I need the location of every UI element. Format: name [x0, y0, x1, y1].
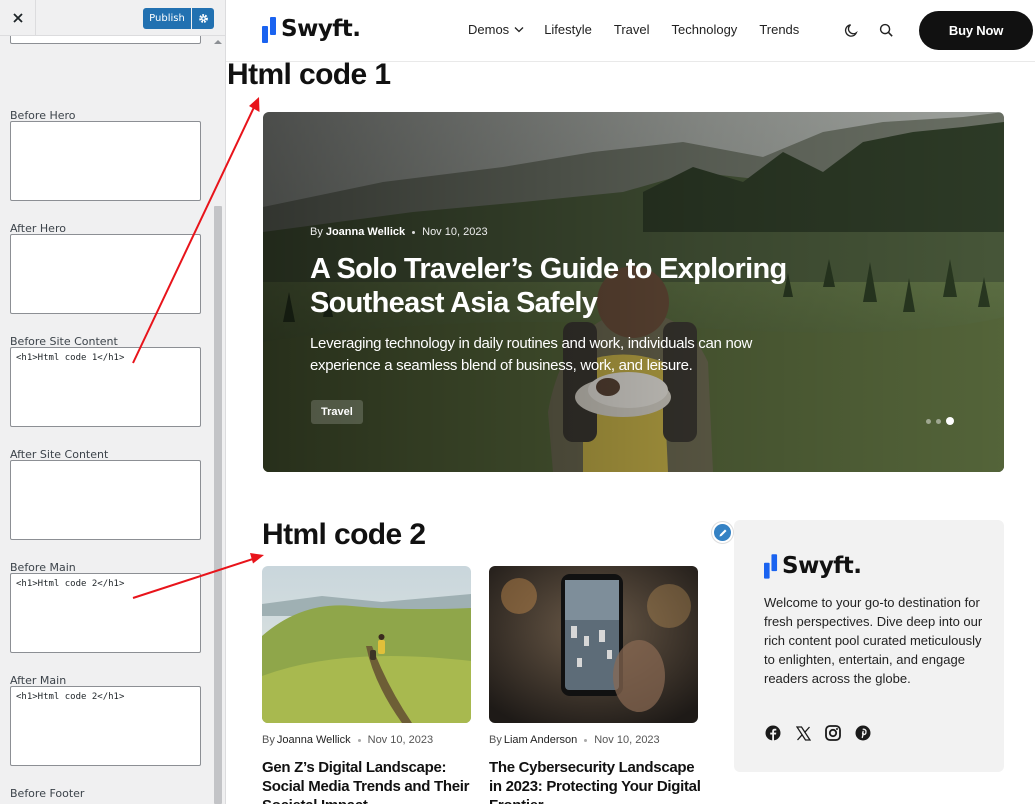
nav-item-trends[interactable]: Trends	[759, 22, 799, 37]
after-site-content-textarea[interactable]	[10, 460, 201, 540]
buy-now-button[interactable]: Buy Now	[919, 11, 1033, 50]
site-logo-text: Swyft.	[281, 16, 361, 42]
before-hero-textarea[interactable]	[10, 121, 201, 201]
before-site-content-textarea[interactable]: <h1>Html code 1</h1>	[10, 347, 201, 427]
nav-label: Demos	[468, 22, 510, 37]
post-thumbnail[interactable]	[489, 566, 698, 723]
injected-heading-html-code-1: Html code 1	[227, 58, 391, 91]
widget-logo[interactable]: Swyft.	[764, 552, 862, 579]
post-meta: By Liam Anderson Nov 10, 2023	[489, 734, 699, 746]
nav-item-technology[interactable]: Technology	[672, 22, 738, 37]
chevron-down-icon	[514, 27, 524, 33]
before-main-textarea[interactable]: <h1>Html code 2</h1>	[10, 573, 201, 653]
post-card: By Liam Anderson Nov 10, 2023 The Cybers…	[489, 566, 701, 804]
slider-pagination	[926, 417, 959, 425]
publish-settings-button[interactable]	[192, 8, 214, 29]
post-date: Nov 10, 2023	[367, 734, 434, 746]
search-icon	[879, 23, 893, 37]
slider-dot[interactable]	[926, 418, 931, 424]
post-date: Nov 10, 2023	[594, 734, 660, 746]
post-meta: By Joanna Wellick Nov 10, 2023	[262, 734, 472, 746]
slider-dot-active[interactable]	[946, 417, 954, 425]
instagram-link[interactable]	[824, 724, 842, 742]
hero-date: Nov 10, 2023	[422, 226, 488, 238]
facebook-icon	[765, 725, 781, 741]
hero-category-tag[interactable]: Travel	[311, 400, 363, 424]
nav-item-travel[interactable]: Travel	[614, 22, 650, 37]
separator-dot	[357, 738, 361, 742]
instagram-icon	[825, 725, 841, 741]
widget-description: Welcome to your go-to destination for fr…	[764, 595, 983, 686]
gear-icon	[198, 14, 208, 23]
nav-label: Technology	[671, 22, 738, 37]
customizer-panel: Before Hero After Hero Before Site Conte…	[0, 0, 226, 804]
nav-label: Travel	[613, 22, 650, 37]
nav-label: Lifestyle	[544, 22, 592, 37]
scroll-up-arrow-icon[interactable]	[213, 38, 223, 46]
field-label: Before Footer	[10, 787, 85, 800]
after-main-textarea[interactable]: <h1>Html code 2</h1>	[10, 686, 201, 766]
pinterest-icon	[855, 725, 871, 741]
scroll-thumb[interactable]	[214, 206, 222, 804]
about-widget: Swyft. Welcome to your go-to destination…	[734, 520, 1004, 772]
swyft-logo-mark-icon	[262, 17, 276, 43]
facebook-link[interactable]	[764, 724, 782, 742]
hero-slider[interactable]: By Joanna Wellick Nov 10, 2023 A Solo Tr…	[263, 112, 1004, 472]
hero-author[interactable]: Joanna Wellick	[326, 226, 405, 238]
pencil-icon	[719, 529, 726, 536]
nav-label: Trends	[759, 22, 800, 37]
widget-logo-text: Swyft.	[782, 552, 862, 579]
site-logo[interactable]: Swyft.	[262, 15, 361, 43]
panel-scrollbar[interactable]	[213, 36, 223, 804]
close-icon	[12, 13, 23, 23]
pinterest-link[interactable]	[854, 724, 872, 742]
edit-shortcut-button[interactable]	[712, 522, 733, 543]
customizer-header: Publish	[0, 0, 225, 36]
after-hero-textarea[interactable]	[10, 234, 201, 314]
main-navigation: Demos Lifestyle Travel Technology Trends	[468, 22, 821, 37]
post-by-label: By	[262, 734, 275, 746]
swyft-logo-mark-icon	[764, 554, 778, 579]
hero-by-label: By	[310, 226, 323, 238]
site-preview: Swyft. Demos Lifestyle Travel Technology…	[226, 0, 1035, 804]
post-author[interactable]: Joanna Wellick	[277, 734, 351, 746]
hero-title[interactable]: A Solo Traveler’s Guide to Exploring Sou…	[310, 252, 830, 320]
slider-dot[interactable]	[936, 418, 941, 424]
site-header: Swyft. Demos Lifestyle Travel Technology…	[226, 0, 1035, 62]
post-card: By Joanna Wellick Nov 10, 2023 Gen Z’s D…	[262, 566, 472, 804]
post-author[interactable]: Liam Anderson	[504, 734, 577, 746]
post-title[interactable]: Gen Z’s Digital Landscape: Social Media …	[262, 758, 474, 804]
post-thumbnail[interactable]	[262, 566, 471, 723]
nav-item-lifestyle[interactable]: Lifestyle	[544, 22, 592, 37]
separator-dot	[412, 230, 416, 234]
publish-button[interactable]: Publish	[143, 8, 191, 29]
x-icon	[795, 725, 811, 741]
post-by-label: By	[489, 734, 502, 746]
nav-item-demos[interactable]: Demos	[468, 22, 524, 37]
x-twitter-link[interactable]	[794, 724, 812, 742]
dark-mode-toggle[interactable]	[843, 22, 861, 40]
hero-meta: By Joanna Wellick Nov 10, 2023	[310, 226, 488, 238]
social-links	[764, 724, 884, 742]
hero-excerpt: Leveraging technology in daily routines …	[310, 335, 753, 374]
injected-heading-html-code-2: Html code 2	[262, 518, 426, 551]
search-button[interactable]	[878, 22, 896, 40]
post-title[interactable]: The Cybersecurity Landscape in 2023: Pro…	[489, 758, 701, 804]
separator-dot	[584, 738, 588, 742]
close-customizer-button[interactable]	[0, 0, 36, 36]
moon-icon	[844, 24, 858, 37]
